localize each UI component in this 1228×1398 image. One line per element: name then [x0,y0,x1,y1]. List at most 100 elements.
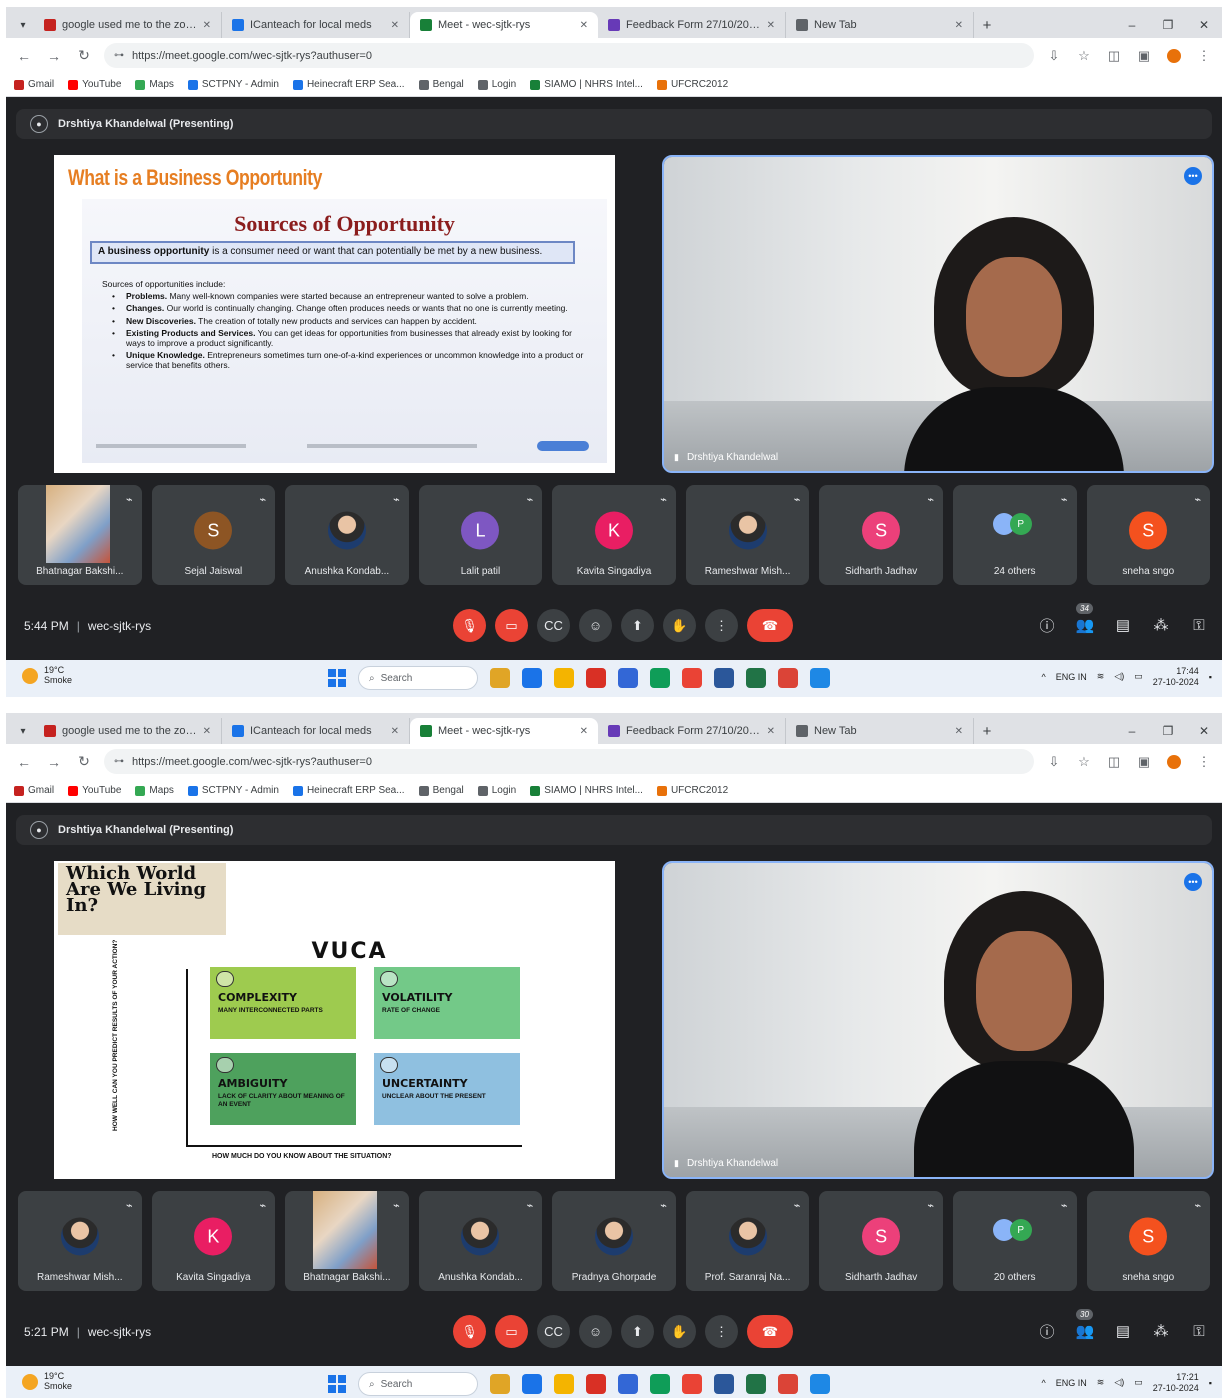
bookmark-item[interactable]: UFCRC2012 [656,79,728,90]
participant-tile[interactable]: ⌁ S Sidharth Jadhav [819,485,943,585]
volume-icon[interactable]: ◁) [1114,1377,1124,1388]
tab-close-icon[interactable]: ✕ [203,20,211,31]
language-indicator[interactable]: ENG IN [1056,1378,1087,1388]
participant-tile[interactable]: ⌁ S Sidharth Jadhav [819,1191,943,1291]
taskbar-app-icon[interactable] [682,668,702,688]
taskbar-app-icon[interactable] [554,1374,574,1394]
taskbar-app-icon[interactable] [682,1374,702,1394]
chat-icon[interactable]: ▤ [1112,1317,1134,1345]
mic-toggle-button[interactable]: 🎙 [453,1315,486,1348]
browser-tab[interactable]: google used me to the zoom ✕ [34,12,222,38]
browser-tab[interactable]: ICanteach for local meds ✕ [222,718,410,744]
install-icon[interactable]: ⇩ [1044,754,1064,770]
tab-search-icon[interactable]: ▾ [12,718,34,744]
notification-icon[interactable]: ▪ [1209,672,1212,682]
taskbar-app-icon[interactable] [746,668,766,688]
chat-icon[interactable]: ▤ [1112,611,1134,639]
taskbar-app-icon[interactable] [586,1374,606,1394]
mic-toggle-button[interactable]: 🎙 [453,609,486,642]
browser-tab[interactable]: ICanteach for local meds ✕ [222,12,410,38]
bookmark-item[interactable]: Bengal [418,785,464,796]
windows-start-icon[interactable] [328,669,346,687]
tab-search-icon[interactable]: ▾ [12,12,34,38]
taskbar-app-icon[interactable] [554,668,574,688]
camera-toggle-button[interactable]: ▭ [495,609,528,642]
taskbar-app-icon[interactable] [714,668,734,688]
tab-close-icon[interactable]: ✕ [203,726,211,737]
participant-tile[interactable]: ⌁ Bhatnagar Bakshi... [285,1191,409,1291]
back-icon[interactable]: ← [14,754,34,770]
taskbar-app-icon[interactable] [586,668,606,688]
address-bar[interactable]: ⊶ https://meet.google.com/wec-sjtk-rys?a… [104,43,1034,68]
bookmark-star-icon[interactable]: ☆ [1074,48,1094,64]
maximize-icon[interactable]: ❐ [1150,724,1186,738]
bookmark-item[interactable]: YouTube [68,785,121,796]
browser-tab[interactable]: Feedback Form 27/10/2024 ✕ [598,718,786,744]
tab-close-icon[interactable]: ✕ [955,20,963,31]
taskbar-app-icon[interactable] [522,1374,542,1394]
bookmark-star-icon[interactable]: ☆ [1074,754,1094,770]
participant-tile[interactable]: ⌁ P 24 others [952,485,1077,585]
weather-widget[interactable]: 19°C Smoke [22,665,72,686]
taskbar-app-icon[interactable] [810,668,830,688]
minimize-icon[interactable]: – [1114,18,1150,32]
browser-tab[interactable]: New Tab ✕ [786,718,974,744]
tray-chevron-icon[interactable]: ^ [1042,1378,1046,1388]
system-clock[interactable]: 17:21 27-10-2024 [1153,1372,1199,1394]
side-panel-icon[interactable]: ▣ [1134,754,1154,770]
raise-hand-button[interactable]: ✋ [663,609,696,642]
bookmark-item[interactable]: Bengal [418,79,464,90]
bookmark-item[interactable]: Gmail [14,79,54,90]
new-tab-button[interactable]: + [974,718,1000,744]
menu-icon[interactable]: ⋮ [1194,48,1214,64]
taskbar-app-icon[interactable] [490,1374,510,1394]
tab-close-icon[interactable]: ✕ [391,726,399,737]
participant-tile[interactable]: ⌁ Anushka Kondab... [285,485,409,585]
profile-avatar[interactable] [1167,754,1181,769]
back-icon[interactable]: ← [14,48,34,64]
close-window-icon[interactable]: ✕ [1186,724,1222,738]
taskbar-search[interactable]: ⌕ Search [358,1372,478,1396]
speaker-video[interactable]: ••• ▮ Drshtiya Khandelwal [662,861,1214,1179]
participant-tile[interactable]: ⌁ Prof. Saranraj Na... [685,1191,810,1291]
emoji-button[interactable]: ☺ [579,1315,612,1348]
people-icon[interactable]: 👥 30 [1074,1309,1096,1345]
present-button[interactable]: ⬆ [621,1315,654,1348]
participant-tile[interactable]: ⌁ K Kavita Singadiya [151,1191,276,1291]
tab-close-icon[interactable]: ✕ [767,726,775,737]
participant-tile[interactable]: ⌁ Ssneha sngo [1086,1191,1211,1291]
bookmark-item[interactable]: Maps [135,785,174,796]
forward-icon[interactable]: → [44,48,64,64]
bookmark-item[interactable]: Gmail [14,785,54,796]
browser-tab[interactable]: New Tab ✕ [786,12,974,38]
bookmark-item[interactable]: SIAMO | NHRS Intel... [530,785,643,796]
taskbar-app-icon[interactable] [746,1374,766,1394]
taskbar-app-icon[interactable] [490,668,510,688]
taskbar-app-icon[interactable] [618,668,638,688]
captions-button[interactable]: CC [537,609,570,642]
taskbar-app-icon[interactable] [650,1374,670,1394]
meeting-details-icon[interactable]: ⓘ [1036,1317,1058,1345]
participant-tile[interactable]: ⌁ Bhatnagar Bakshi... [18,485,142,585]
more-options-button[interactable]: ⋮ [705,1315,738,1348]
bookmark-item[interactable]: Heinecraft ERP Sea... [292,785,405,796]
bookmark-item[interactable]: YouTube [68,79,121,90]
tab-close-icon[interactable]: ✕ [580,20,588,31]
taskbar-search[interactable]: ⌕ Search [358,666,478,690]
site-info-icon[interactable]: ⊶ [114,756,124,767]
reload-icon[interactable]: ↻ [74,47,94,64]
site-info-icon[interactable]: ⊶ [114,50,124,61]
bookmark-item[interactable]: Heinecraft ERP Sea... [292,79,405,90]
participant-tile[interactable]: ⌁ L Lalit patil [418,485,543,585]
maximize-icon[interactable]: ❐ [1150,18,1186,32]
bookmark-item[interactable]: Maps [135,79,174,90]
tray-chevron-icon[interactable]: ^ [1042,672,1046,682]
browser-tab[interactable]: Meet - wec-sjtk-rys ✕ [410,12,598,38]
present-button[interactable]: ⬆ [621,609,654,642]
new-tab-button[interactable]: + [974,12,1000,38]
leave-call-button[interactable]: ☎ [747,609,793,642]
captions-button[interactable]: CC [537,1315,570,1348]
speaker-video[interactable]: ••• ▮ Drshtiya Khandelwal [662,155,1214,473]
taskbar-app-icon[interactable] [714,1374,734,1394]
extensions-icon[interactable]: ◫ [1104,754,1124,770]
